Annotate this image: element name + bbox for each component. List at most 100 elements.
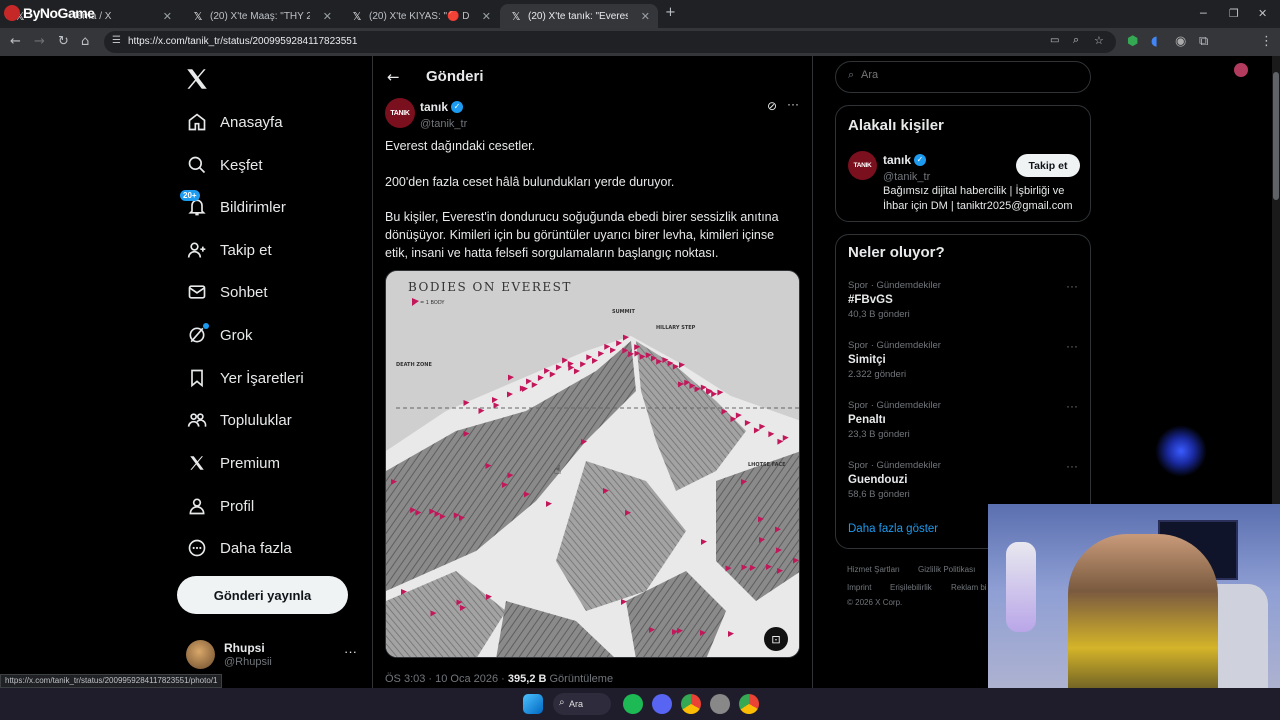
nav-item-communities[interactable]: Topluluklar bbox=[186, 405, 292, 435]
author-name: tanık bbox=[420, 100, 449, 114]
x-logo-icon: 𝕏 bbox=[193, 9, 203, 23]
browser-tab[interactable]: 𝕏 (20) X'te KIYAS: "🔴 Diktatör go ✕ bbox=[341, 4, 499, 28]
related-avatar[interactable]: TANIK bbox=[848, 151, 877, 180]
view-count: 395,2 B bbox=[507, 673, 547, 685]
footer-link[interactable]: Reklam bi bbox=[951, 583, 987, 592]
home-browser-icon[interactable]: ⌂ bbox=[81, 34, 89, 50]
nav-item-chat[interactable]: Sohbet bbox=[186, 277, 268, 307]
browser-tab-active[interactable]: 𝕏 (20) X'te tanık: "Everest dağında ✕ bbox=[500, 4, 658, 28]
forward-icon[interactable]: → bbox=[34, 34, 45, 50]
more-circle-icon bbox=[186, 537, 208, 559]
trend-item[interactable]: Spor · Gündemdekiler Simitçi 2.322 gönde… bbox=[848, 340, 1080, 380]
nav-label: Anasayfa bbox=[220, 113, 283, 131]
bookmark-star-icon[interactable]: ☆ bbox=[1094, 34, 1104, 47]
section-title: Neler oluyor? bbox=[848, 244, 945, 261]
close-icon[interactable]: ✕ bbox=[641, 10, 650, 23]
status-url: https://x.com/tanik_tr/status/2009959284… bbox=[5, 676, 218, 685]
nav-item-notifications[interactable]: 20+ Bildirimler bbox=[180, 190, 286, 222]
minimize-icon[interactable]: ─ bbox=[1200, 7, 1207, 20]
nav-item-home[interactable]: Anasayfa bbox=[186, 107, 283, 137]
nav-label: Bildirimler bbox=[220, 198, 286, 216]
tab-title: (20) X'te tanık: "Everest dağında bbox=[528, 10, 628, 22]
back-arrow-icon[interactable]: ← bbox=[387, 68, 400, 86]
related-user[interactable]: tanık ✓ @tanik_tr bbox=[883, 151, 930, 183]
nav-item-profile[interactable]: Profil bbox=[186, 491, 254, 521]
x-logo-icon bbox=[186, 452, 208, 474]
related-handle: @tanik_tr bbox=[883, 171, 931, 183]
follow-icon bbox=[186, 239, 208, 261]
trend-name: Guendouzi bbox=[848, 474, 908, 486]
nav-item-bookmarks[interactable]: Yer İşaretleri bbox=[186, 363, 304, 393]
close-icon[interactable]: ✕ bbox=[323, 10, 332, 23]
nav-item-grok[interactable]: Grok bbox=[186, 320, 253, 350]
extension-icon[interactable]: ◉ bbox=[1175, 34, 1186, 50]
image-cursor-icon: ☝ bbox=[554, 463, 562, 477]
author-avatar[interactable]: TANIK bbox=[385, 98, 415, 128]
avatar bbox=[186, 640, 215, 669]
nav-label: Profil bbox=[220, 497, 255, 515]
new-tab-icon[interactable]: + bbox=[665, 5, 676, 21]
extensions-puzzle-icon[interactable]: ⧉ bbox=[1199, 34, 1208, 50]
image-title-text: BODIES ON EVEREST bbox=[408, 280, 572, 294]
trend-item[interactable]: Spor · Gündemdekiler #FBvGS 40,3 B gönde… bbox=[848, 280, 1080, 320]
x-logo-icon[interactable] bbox=[184, 66, 210, 92]
nav-item-follow[interactable]: Takip et bbox=[186, 235, 272, 265]
post-paragraph: Bu kişiler, Everest'in dondurucu soğuğun… bbox=[385, 210, 779, 260]
author-info[interactable]: tanık ✓ @tanik_tr bbox=[420, 98, 467, 130]
trend-item[interactable]: Spor · Gündemdekiler Guendouzi 58,6 B gö… bbox=[848, 460, 1080, 500]
search-box[interactable]: ⌕ bbox=[835, 61, 1091, 93]
trend-more-icon[interactable]: ··· bbox=[1066, 459, 1078, 473]
follow-button[interactable]: Takip et bbox=[1016, 154, 1080, 177]
nav-item-premium[interactable]: Premium bbox=[186, 448, 280, 478]
grok-explain-icon[interactable]: ⊘ bbox=[767, 99, 777, 113]
maximize-icon[interactable]: ❐ bbox=[1229, 7, 1239, 20]
extension-audio-icon[interactable]: ◖ bbox=[1151, 34, 1158, 50]
close-icon[interactable]: ✕ bbox=[163, 10, 172, 23]
chrome-icon[interactable] bbox=[681, 694, 701, 714]
search-input[interactable] bbox=[861, 69, 1061, 81]
close-icon[interactable]: ✕ bbox=[482, 10, 491, 23]
back-icon[interactable]: ← bbox=[10, 34, 21, 50]
footer-link[interactable]: Imprint bbox=[847, 583, 871, 592]
more-dots-icon[interactable]: ··· bbox=[344, 644, 357, 659]
chrome-active-icon[interactable] bbox=[739, 694, 759, 714]
trend-more-icon[interactable]: ··· bbox=[1066, 339, 1078, 353]
post-more-icon[interactable]: ··· bbox=[787, 97, 799, 111]
nav-label: Grok bbox=[220, 326, 253, 344]
nav-item-explore[interactable]: Keşfet bbox=[186, 150, 263, 180]
post-image[interactable]: BODIES ON EVEREST = 1 BODY SUMMIT HILLAR… bbox=[385, 270, 800, 658]
section-title: Alakalı kişiler bbox=[848, 117, 944, 134]
trend-item[interactable]: Spor · Gündemdekiler Penaltı 23,3 B gönd… bbox=[848, 400, 1080, 440]
settings-icon[interactable] bbox=[710, 694, 730, 714]
taskbar-search[interactable]: ⌕ Ara bbox=[553, 693, 611, 715]
browser-menu-icon[interactable]: ⋮ bbox=[1260, 34, 1273, 50]
trend-more-icon[interactable]: ··· bbox=[1066, 399, 1078, 413]
install-icon[interactable]: ▭ bbox=[1050, 35, 1059, 46]
footer-link[interactable]: Gizlilik Politikası bbox=[918, 565, 975, 574]
site-info-icon[interactable]: ☰ bbox=[112, 35, 121, 46]
browser-tab[interactable]: 𝕏 (20) X'te Maaş: "THY 2025 maaş ✕ bbox=[182, 4, 340, 28]
trend-more-icon[interactable]: ··· bbox=[1066, 279, 1078, 293]
scrollbar-thumb[interactable] bbox=[1273, 72, 1279, 200]
spotify-icon[interactable] bbox=[623, 694, 643, 714]
address-bar[interactable]: ☰ https://x.com/tanik_tr/status/20099592… bbox=[104, 31, 1116, 53]
window-close-icon[interactable]: ✕ bbox=[1258, 7, 1267, 20]
zoom-icon[interactable]: ⌕ bbox=[1073, 34, 1079, 47]
profile-avatar[interactable] bbox=[1234, 63, 1248, 77]
tab-title: (20) X'te Maaş: "THY 2025 maaş bbox=[210, 10, 310, 22]
nav-item-more[interactable]: Daha fazla bbox=[186, 533, 292, 563]
show-more-link[interactable]: Daha fazla göster bbox=[848, 523, 938, 535]
account-handle: @Rhupsii bbox=[224, 656, 272, 668]
footer-link[interactable]: Hizmet Şartları bbox=[847, 565, 900, 574]
reload-icon[interactable]: ↻ bbox=[58, 34, 69, 50]
post-button[interactable]: Gönderi yayınla bbox=[177, 576, 348, 614]
grok-image-icon[interactable]: ⊡ bbox=[764, 627, 788, 651]
footer-link[interactable]: Erişilebilirlik bbox=[890, 583, 932, 592]
view-label: Görüntüleme bbox=[546, 673, 614, 685]
discord-icon[interactable] bbox=[652, 694, 672, 714]
account-switcher[interactable]: Rhupsi @Rhupsii ··· bbox=[186, 640, 362, 674]
trend-name: #FBvGS bbox=[848, 294, 893, 306]
windows-start-icon[interactable] bbox=[523, 694, 543, 714]
notification-badge: 20+ bbox=[180, 190, 200, 201]
extension-shield-icon[interactable]: ⬢ bbox=[1127, 34, 1138, 50]
